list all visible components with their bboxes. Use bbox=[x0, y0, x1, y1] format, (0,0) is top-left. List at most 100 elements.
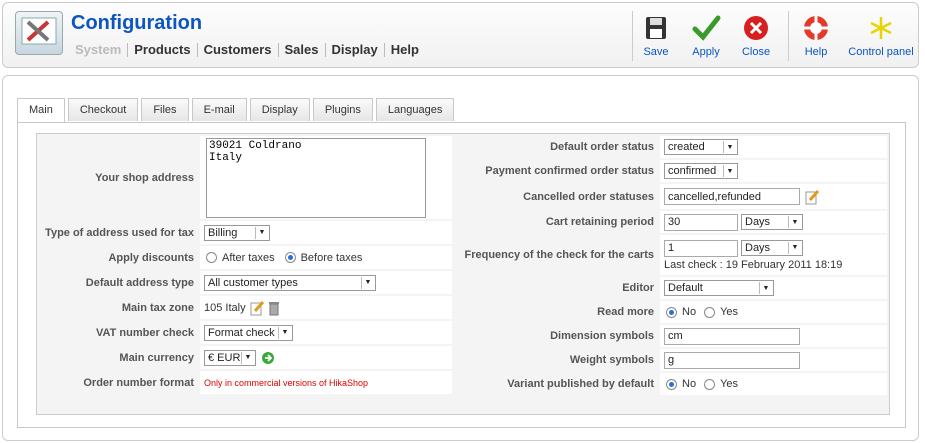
vat-check-select[interactable]: Format check ▼ bbox=[204, 324, 293, 341]
order-number-notice: Only in commercial versions of HikaShop bbox=[204, 377, 369, 388]
go-arrow-icon[interactable] bbox=[261, 351, 275, 365]
variant-yes-radio[interactable] bbox=[704, 378, 716, 390]
payment-confirmed-label: Payment confirmed order status bbox=[461, 160, 660, 182]
save-label: Save bbox=[643, 46, 669, 58]
tab-languages[interactable]: Languages bbox=[375, 98, 455, 121]
variant-published-label: Variant published by default bbox=[461, 373, 660, 395]
control-panel-button[interactable]: Control panel bbox=[841, 11, 921, 63]
tab-files[interactable]: Files bbox=[141, 98, 189, 121]
editor-value: Default bbox=[668, 282, 703, 294]
after-taxes-radio[interactable] bbox=[206, 252, 217, 263]
read-more-row: Read more No Yes bbox=[461, 301, 887, 323]
address-type-select[interactable]: Billing ▼ bbox=[204, 224, 270, 241]
variant-no-radio[interactable] bbox=[666, 378, 677, 390]
tab-bar: Main Checkout Files E-mail Display Plugi… bbox=[17, 98, 457, 122]
payment-confirmed-select[interactable]: confirmed ▼ bbox=[664, 163, 738, 179]
main-tax-zone-label: Main tax zone bbox=[37, 296, 200, 319]
main-currency-value: € EUR bbox=[208, 351, 241, 364]
menu-help[interactable]: Help bbox=[383, 43, 425, 57]
apply-discounts-row: Apply discounts After taxes Before taxes bbox=[37, 246, 452, 269]
shop-address-row: Your shop address 39021 Coldrano Italy bbox=[37, 136, 452, 219]
main-tax-zone-row: Main tax zone 105 Italy bbox=[37, 296, 452, 319]
cart-period-label: Cart retaining period bbox=[461, 211, 660, 233]
tab-email[interactable]: E-mail bbox=[191, 98, 247, 121]
control-panel-star-icon bbox=[870, 17, 892, 39]
order-number-label: Order number format bbox=[37, 371, 200, 394]
read-more-yes-radio[interactable] bbox=[704, 306, 716, 318]
main-currency-label: Main currency bbox=[37, 346, 200, 369]
menu-display[interactable]: Display bbox=[324, 43, 384, 57]
before-taxes-radio[interactable] bbox=[284, 252, 296, 263]
default-address-type-select[interactable]: All customer types ▼ bbox=[204, 274, 376, 291]
cart-period-unit-select[interactable]: Days ▼ bbox=[741, 214, 803, 230]
frequency-input[interactable]: 1 bbox=[664, 239, 738, 257]
vat-check-row: VAT number check Format check ▼ bbox=[37, 321, 452, 344]
configuration-tools-icon bbox=[15, 11, 63, 55]
editor-label: Editor bbox=[461, 277, 660, 299]
menu-products[interactable]: Products bbox=[127, 43, 196, 57]
frequency-unit-value: Days bbox=[745, 241, 771, 254]
read-more-yes-label: Yes bbox=[720, 306, 739, 318]
trash-icon[interactable] bbox=[267, 300, 281, 316]
menu-sales[interactable]: Sales bbox=[277, 43, 325, 57]
main-currency-select[interactable]: € EUR ▼ bbox=[204, 349, 256, 366]
editor-select[interactable]: Default ▼ bbox=[664, 280, 774, 296]
default-address-type-label: Default address type bbox=[37, 271, 200, 294]
chevron-down-icon: ▼ bbox=[361, 276, 374, 289]
close-button[interactable]: Close bbox=[731, 11, 781, 63]
menu-customers[interactable]: Customers bbox=[196, 43, 278, 57]
variant-published-row: Variant published by default No Yes bbox=[461, 373, 887, 395]
default-address-type-row: Default address type All customer types … bbox=[37, 271, 452, 294]
cart-period-input[interactable]: 30 bbox=[664, 213, 738, 231]
tab-main[interactable]: Main bbox=[17, 98, 65, 122]
default-order-status-select[interactable]: created ▼ bbox=[664, 139, 738, 155]
lifebuoy-icon bbox=[804, 16, 828, 40]
read-more-no-label: No bbox=[682, 306, 697, 318]
after-taxes-label: After taxes bbox=[222, 251, 275, 264]
default-order-status-row: Default order status created ▼ bbox=[461, 136, 887, 158]
cancelled-statuses-label: Cancelled order statuses bbox=[461, 184, 660, 209]
frequency-row: Frequency of the check for the carts 1 D… bbox=[461, 235, 887, 275]
chevron-down-icon: ▼ bbox=[723, 141, 736, 153]
default-order-status-value: created bbox=[668, 141, 705, 153]
toolbar: Save Apply Close bbox=[631, 11, 781, 63]
apply-label: Apply bbox=[692, 46, 720, 58]
last-check-text: Last check : 19 February 2011 18:19 bbox=[664, 258, 843, 271]
read-more-no-radio[interactable] bbox=[666, 306, 677, 318]
cart-period-unit-value: Days bbox=[745, 216, 771, 228]
apply-button[interactable]: Apply bbox=[681, 11, 731, 63]
chevron-down-icon: ▼ bbox=[278, 326, 291, 339]
default-order-status-label: Default order status bbox=[461, 136, 660, 158]
save-button[interactable]: Save bbox=[631, 11, 681, 63]
help-button[interactable]: Help bbox=[791, 11, 841, 63]
top-menu: System Products Customers Sales Display … bbox=[75, 43, 425, 57]
variant-yes-label: Yes bbox=[720, 378, 739, 390]
frequency-unit-select[interactable]: Days ▼ bbox=[741, 239, 803, 256]
tab-checkout[interactable]: Checkout bbox=[67, 98, 139, 121]
edit-note-icon[interactable] bbox=[804, 189, 820, 205]
dimension-row: Dimension symbols cm bbox=[461, 325, 887, 347]
dimension-input[interactable]: cm bbox=[664, 327, 800, 345]
weight-label: Weight symbols bbox=[461, 349, 660, 371]
chevron-down-icon: ▼ bbox=[241, 351, 254, 364]
tab-display[interactable]: Display bbox=[249, 98, 310, 121]
cancelled-statuses-input[interactable]: cancelled,refunded bbox=[664, 188, 800, 205]
menu-system[interactable]: System bbox=[75, 43, 127, 57]
edit-note-icon[interactable] bbox=[249, 300, 265, 316]
tab-content: Your shop address 39021 Coldrano Italy T… bbox=[17, 122, 906, 428]
checkmark-icon bbox=[692, 15, 721, 41]
tab-plugins[interactable]: Plugins bbox=[312, 98, 373, 121]
address-type-value: Billing bbox=[208, 226, 238, 239]
help-label: Help bbox=[804, 46, 828, 58]
weight-row: Weight symbols g bbox=[461, 349, 887, 371]
shop-address-textarea[interactable]: 39021 Coldrano Italy bbox=[206, 138, 426, 218]
chevron-down-icon: ▼ bbox=[788, 241, 801, 254]
shop-address-label: Your shop address bbox=[37, 136, 200, 219]
chevron-down-icon: ▼ bbox=[255, 226, 268, 239]
weight-input[interactable]: g bbox=[664, 351, 800, 369]
control-panel-label: Control panel bbox=[848, 46, 914, 58]
main-tax-zone-value: 105 Italy bbox=[204, 301, 246, 314]
close-icon bbox=[744, 16, 768, 40]
floppy-disk-icon bbox=[646, 17, 666, 39]
main-panel: Main Checkout Files E-mail Display Plugi… bbox=[2, 75, 919, 441]
